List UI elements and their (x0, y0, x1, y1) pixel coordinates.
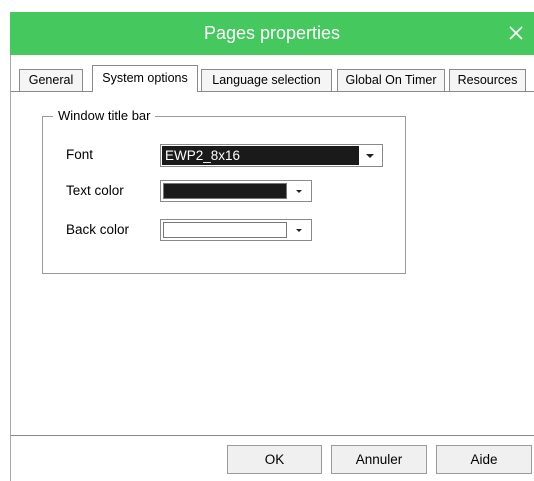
text-color-dropdown[interactable] (160, 180, 312, 202)
ok-button[interactable]: OK (227, 445, 322, 474)
close-button[interactable] (504, 21, 528, 45)
help-button[interactable]: Aide (436, 445, 532, 474)
dialog-client-area: General System options Language selectio… (10, 55, 534, 481)
title-bar: Pages properties (10, 12, 534, 55)
tab-system-options[interactable]: System options (92, 65, 198, 92)
chevron-down-icon[interactable] (289, 182, 309, 200)
font-dropdown-value: EWP2_8x16 (162, 146, 359, 165)
cancel-button[interactable]: Annuler (331, 445, 427, 474)
window-title: Pages properties (203, 23, 341, 43)
tab-panel-system-options: Window title bar Font EWP2_8x16 Text col… (11, 91, 534, 436)
back-color-label: Back color (66, 222, 130, 237)
tab-language-selection[interactable]: Language selection (201, 69, 332, 91)
tab-general[interactable]: General (19, 69, 83, 91)
font-dropdown[interactable]: EWP2_8x16 (160, 144, 383, 167)
tab-global-on-timer[interactable]: Global On Timer (337, 69, 445, 91)
text-color-label: Text color (66, 183, 124, 198)
chevron-down-icon[interactable] (360, 146, 380, 165)
back-color-swatch (163, 222, 287, 238)
close-icon (509, 26, 523, 40)
tab-resources[interactable]: Resources (449, 69, 526, 91)
back-color-dropdown[interactable] (160, 219, 312, 241)
font-label: Font (66, 147, 94, 162)
text-color-swatch (163, 183, 287, 199)
chevron-down-icon[interactable] (289, 221, 309, 239)
window-title-bar-group: Window title bar Font EWP2_8x16 Text col… (42, 108, 406, 274)
group-title: Window title bar (53, 108, 156, 124)
